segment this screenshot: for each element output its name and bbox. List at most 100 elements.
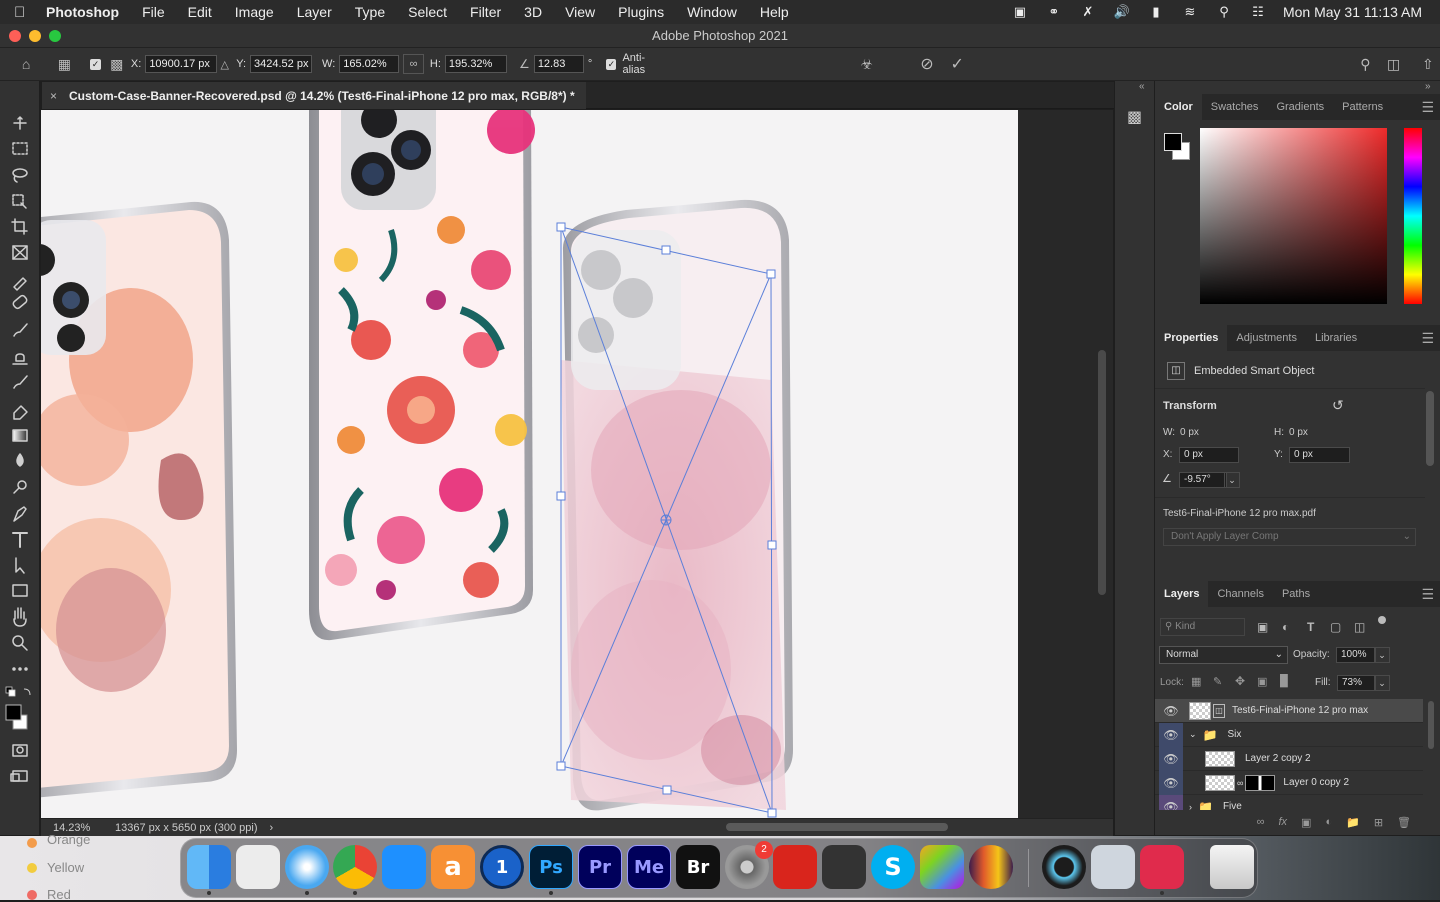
layer-visibility-eye-icon[interactable]: 👁 (1159, 770, 1183, 795)
color-hue-slider[interactable] (1404, 128, 1422, 304)
x-position-input[interactable]: 10900.17 px (145, 55, 218, 73)
premiere-icon[interactable]: Pr (578, 845, 622, 889)
relative-position-icon[interactable]: △ (217, 51, 232, 77)
color-fg-swatch[interactable] (1164, 133, 1182, 151)
volume-icon[interactable]: 🔊 (1113, 4, 1131, 19)
filter-smart-object-icon[interactable]: ◫ (1354, 620, 1365, 634)
filter-shape-icon[interactable]: ▢ (1330, 620, 1341, 634)
menu-file[interactable]: File (142, 4, 165, 20)
trash-icon[interactable] (1210, 845, 1254, 889)
prop-w-value[interactable]: 0 px (1180, 427, 1199, 438)
tab-libraries[interactable]: Libraries (1306, 325, 1366, 351)
battery-icon[interactable]: ▮ (1147, 4, 1165, 19)
link-icon[interactable]: ∞ (403, 54, 424, 74)
layer-name[interactable]: Six (1228, 729, 1242, 740)
layer-filter-kind[interactable]: ⚲ Kind (1160, 618, 1245, 636)
fill-input[interactable]: 73% (1337, 675, 1376, 691)
tab-patterns[interactable]: Patterns (1333, 94, 1392, 120)
menu-3d[interactable]: 3D (524, 4, 542, 20)
layer-name[interactable]: Layer 2 copy 2 (1245, 753, 1311, 764)
preview-icon[interactable] (1091, 845, 1135, 889)
anti-alias-checkbox[interactable]: ✓ (606, 58, 617, 70)
prop-angle-input[interactable]: -9.57° (1179, 472, 1227, 488)
menu-window[interactable]: Window (687, 4, 737, 20)
1password-icon[interactable]: 1 (480, 845, 524, 889)
filter-pixel-icon[interactable]: ▣ (1257, 620, 1268, 634)
menu-layer[interactable]: Layer (297, 4, 332, 20)
tab-channels[interactable]: Channels (1208, 581, 1272, 607)
menu-select[interactable]: Select (408, 4, 447, 20)
mask-link-icon[interactable]: ∞ (1237, 778, 1243, 788)
y-position-input[interactable]: 3424.52 px (250, 55, 313, 73)
brush-tool[interactable] (8, 319, 32, 343)
skype-icon[interactable]: S (871, 845, 915, 889)
calculator-icon[interactable] (822, 845, 866, 889)
prop-x-input[interactable]: 0 px (1179, 447, 1239, 463)
reference-point-icon[interactable]: ▦ (52, 51, 76, 77)
fullscreen-window-button[interactable] (49, 30, 61, 42)
zoom-tool[interactable] (8, 631, 32, 655)
screen-mode-button[interactable] (8, 765, 32, 789)
add-mask-icon[interactable]: ▣ (1301, 816, 1311, 829)
tab-adjustments[interactable]: Adjustments (1227, 325, 1306, 351)
canvas-area[interactable] (41, 110, 1113, 818)
fill-dropdown-icon[interactable]: ⌄ (1374, 675, 1390, 691)
app-store-icon[interactable] (382, 845, 426, 889)
menu-plugins[interactable]: Plugins (618, 4, 664, 20)
edit-toolbar-button[interactable] (8, 657, 32, 681)
minimize-window-button[interactable] (29, 30, 41, 42)
collapse-panels-icon[interactable]: « (1139, 81, 1145, 92)
tab-color[interactable]: Color (1155, 94, 1202, 120)
warp-mode-icon[interactable]: ☣ (855, 51, 879, 77)
blend-mode-dropdown[interactable]: Normal ⌄ (1159, 646, 1288, 664)
width-input[interactable]: 165.02% (339, 55, 400, 73)
display-icon[interactable]: ▣ (1011, 4, 1029, 19)
menu-image[interactable]: Image (235, 4, 274, 20)
height-input[interactable]: 195.32% (444, 55, 507, 73)
workspace-icon[interactable]: ◫ (1382, 51, 1406, 77)
eraser-tool[interactable] (8, 397, 32, 421)
history-brush-tool[interactable] (8, 371, 32, 395)
tab-properties[interactable]: Properties (1155, 325, 1228, 351)
menu-view[interactable]: View (565, 4, 595, 20)
layer-mask-thumbnail[interactable] (1245, 774, 1276, 791)
lock-all-icon[interactable]: █ (1280, 675, 1288, 687)
color-panel-menu-icon[interactable]: ☰ (1421, 99, 1434, 116)
healing-brush-tool[interactable] (8, 293, 32, 317)
menu-edit[interactable]: Edit (188, 4, 212, 20)
layer-row-layer2-copy2[interactable]: 👁 Layer 2 copy 2 (1155, 746, 1423, 771)
horizontal-scrollbar[interactable] (726, 823, 948, 831)
launchpad-icon[interactable] (236, 845, 280, 889)
menu-type[interactable]: Type (355, 4, 385, 20)
color-saturation-field[interactable] (1200, 128, 1387, 304)
layer-visibility-eye-icon[interactable]: 👁 (1159, 704, 1183, 718)
properties-scrollbar[interactable] (1426, 391, 1434, 466)
link-layers-icon[interactable]: ∞ (1257, 816, 1265, 828)
close-window-button[interactable] (9, 30, 21, 42)
creative-cloud-icon[interactable] (1140, 845, 1184, 889)
marquee-tool[interactable] (8, 137, 32, 161)
photoshop-icon[interactable]: Ps (529, 845, 573, 889)
share-icon[interactable]: ⇧ (1416, 51, 1440, 77)
menu-app-photoshop[interactable]: Photoshop (46, 4, 119, 20)
chrome-icon[interactable] (333, 845, 377, 889)
clone-stamp-tool[interactable] (8, 345, 32, 369)
eyedropper-tool[interactable] (8, 267, 32, 291)
layer-name[interactable]: Layer 0 copy 2 (1283, 777, 1349, 788)
lock-transparent-icon[interactable]: ▦ (1191, 675, 1201, 688)
tab-layers[interactable]: Layers (1155, 581, 1209, 607)
menu-filter[interactable]: Filter (470, 4, 501, 20)
reference-point-checkbox[interactable]: ✓ (90, 58, 101, 70)
filter-adjustment-icon[interactable]: ◐ (1282, 620, 1289, 634)
layer-comp-dropdown[interactable]: Don't Apply Layer Comp ⌄ (1163, 528, 1416, 546)
opacity-input[interactable]: 100% (1336, 647, 1376, 663)
filter-toggle-icon[interactable] (1378, 616, 1386, 624)
blur-tool[interactable] (8, 449, 32, 473)
new-layer-icon[interactable]: ⊞ (1374, 816, 1383, 829)
hand-tool[interactable] (8, 605, 32, 629)
filter-type-icon[interactable]: T (1307, 620, 1314, 634)
audition-icon[interactable] (969, 845, 1013, 889)
creative-cloud-status-icon[interactable]: ⚭ (1045, 4, 1063, 19)
finder-tag-yellow[interactable]: Yellow (47, 860, 84, 875)
finder-tag-orange[interactable]: Orange (47, 832, 90, 847)
